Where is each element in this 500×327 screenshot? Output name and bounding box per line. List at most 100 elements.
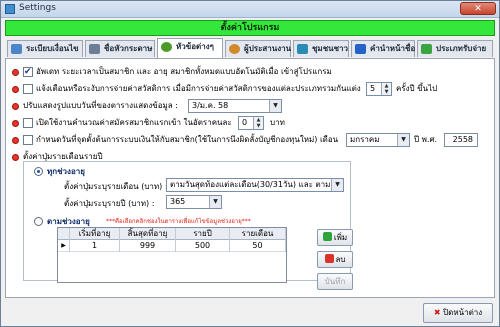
required-dot-icon	[12, 137, 19, 144]
age-range-radio[interactable]	[34, 217, 43, 226]
option-row-start-date: กำหนดวันที่จุดตั้งต้นการระบบเงินให้กับสม…	[12, 133, 490, 147]
save-label: บันทึก	[324, 277, 346, 286]
delete-label: ลบ	[335, 255, 346, 264]
table-header: เริ่มที่อายุ สิ้นสุดที่อายุ รายปี รายเดื…	[58, 228, 286, 240]
money-icon	[421, 44, 432, 54]
option-row-warn-limit: แจ้งเตือนหรือระงับการจ่ายค่าสวัสดิการ เม…	[12, 82, 482, 96]
auto-update-label: อัพเดท ระยะเวลาเป็นสมาชิก และ อายุ สมาชิ…	[36, 67, 332, 76]
add-label: เพิ่ม	[333, 233, 348, 242]
add-row-button[interactable]: เพิ่ม	[317, 229, 353, 246]
column-header: รายปี	[176, 228, 230, 240]
option-row-auto-update: อัพเดท ระยะเวลาเป็นสมาชิก และ อายุ สมาชิ…	[12, 65, 482, 79]
chevron-down-icon[interactable]: ▼	[397, 134, 409, 146]
tab-label: ระเบียบเงื่อนไข	[26, 44, 79, 53]
tab-community[interactable]: ชุมชนชาว	[293, 40, 349, 57]
document-icon	[11, 44, 22, 54]
tab-rules[interactable]: ระเบียบเงื่อนไข	[7, 40, 83, 57]
option-row-date-format: ปรับแสดงรูปแบบวันที่ของตารางแสดงข้อมูล :…	[12, 99, 482, 113]
tab-label: ชื่อหัวกระดาษ	[104, 44, 153, 53]
stepper-arrows-icon[interactable]: ▲ ▼	[253, 117, 263, 129]
tab-label: คำนำหน้าชื่อ	[370, 44, 416, 53]
warn-limit-suffix: ครั้งปี ขึ้นไป	[396, 84, 438, 93]
table-cell[interactable]: 1	[70, 240, 120, 252]
auto-update-checkbox[interactable]	[23, 65, 33, 79]
tab-header-names[interactable]: ชื่อหัวกระดาษ	[85, 40, 155, 57]
select-value: ตามวันสุดท้องแต่ละเดือน(30/31วัน) และ ตา…	[170, 180, 330, 189]
page-title: ตั้งค่าโปรแกรม	[5, 20, 495, 36]
required-dot-icon	[12, 154, 19, 161]
plus-icon	[322, 232, 332, 241]
select-value: มกราคม	[350, 135, 380, 144]
title-bar: Settings ✕	[1, 1, 499, 18]
tab-bar: ระเบียบเงื่อนไข ชื่อหัวกระดาษ หัวข้อต่าง…	[5, 38, 495, 58]
group-icon	[297, 44, 308, 54]
monthly-mode-select[interactable]: ตามวันสุดท้องแต่ละเดือน(30/31วัน) และ ตา…	[166, 178, 344, 192]
entry-fee-label: เปิดใช้งานคำนวณค่าสมัครสมาชิกแรกเข้า ในอ…	[36, 118, 232, 127]
input-value: 2558	[452, 135, 473, 144]
select-value: 365	[170, 197, 186, 206]
table-cell[interactable]: 999	[120, 240, 176, 252]
entry-fee-stepper[interactable]: 0 ▲ ▼	[238, 116, 264, 130]
select-value: 3/ม.ค. 58	[192, 101, 229, 110]
required-dot-icon	[12, 69, 19, 76]
row-selector-header	[58, 228, 70, 240]
warn-limit-checkbox[interactable]	[23, 84, 33, 94]
date-format-label: ปรับแสดงรูปแบบวันที่ของตารางแสดงข้อมูล :	[23, 101, 178, 110]
close-window-button[interactable]: ✖ ปิดหน้าต่าง	[423, 303, 493, 323]
range-note: ***คือเลือกคลิกช่องในตารางเพื่อแก้ไขข้อม…	[106, 218, 251, 225]
year-label: ปี พ.ศ.	[414, 135, 438, 144]
minus-icon	[324, 254, 334, 263]
tab-label: ชุมชนชาว	[312, 44, 349, 53]
yearly-label: ตั้งค่าปุ่มระบุรายปี (บาท) :	[64, 199, 155, 208]
date-format-select[interactable]: 3/ม.ค. 58 ▼	[188, 99, 282, 113]
chevron-down-icon[interactable]: ▼	[209, 196, 221, 208]
stepper-arrows-icon[interactable]: ▲ ▼	[381, 83, 391, 95]
tab-label: ประเภทรับจ่าย	[436, 44, 487, 53]
entry-fee-suffix: บาท	[270, 118, 285, 127]
people-icon	[229, 44, 240, 54]
stepper-value: 5	[370, 84, 376, 93]
table-row[interactable]: ▶ 1 999 500 50	[58, 240, 286, 252]
table-cell[interactable]: 500	[176, 240, 230, 252]
tab-name-prefix[interactable]: คำนำหน้าชื่อ	[351, 40, 415, 57]
all-ages-label: ทุกช่วงอายุ	[47, 167, 85, 176]
arrow-icon	[355, 44, 366, 54]
chevron-down-icon[interactable]: ▼	[331, 179, 343, 191]
warn-limit-label: แจ้งเตือนหรือระงับการจ่ายค่าสวัสดิการ เม…	[36, 84, 361, 93]
close-label: ปิดหน้าต่าง	[443, 308, 483, 317]
option-row-entry-fee: เปิดใช้งานคำนวณค่าสมัครสมาชิกแรกเข้า ในอ…	[12, 116, 482, 130]
start-date-label: กำหนดวันที่จุดตั้งต้นการระบบเงินให้กับสม…	[36, 135, 339, 144]
required-dot-icon	[12, 120, 19, 127]
settings-window: Settings ✕ ตั้งค่าโปรแกรม ระเบียบเงื่อนไ…	[0, 0, 500, 327]
yearly-days-select[interactable]: 365 ▼	[166, 195, 222, 209]
start-month-select[interactable]: มกราคม ▼	[346, 133, 410, 147]
start-date-checkbox[interactable]	[23, 135, 33, 145]
stepper-value: 0	[242, 118, 248, 127]
tab-topics[interactable]: หัวข้อต่างๆ	[157, 38, 223, 58]
monthly-label: ตั้งค่าปุ่มระบุรายเดือน (บาท) :	[64, 182, 168, 191]
gear-icon	[161, 42, 172, 52]
start-year-input[interactable]: 2558	[444, 133, 478, 147]
required-dot-icon	[12, 103, 19, 110]
tab-label: หัวข้อต่างๆ	[176, 42, 214, 51]
app-icon	[5, 4, 15, 14]
entry-fee-checkbox[interactable]	[23, 118, 33, 128]
tab-label: ผู้ประสานงาน	[244, 44, 292, 53]
window-close-button[interactable]: ✕	[460, 2, 496, 15]
all-ages-radio[interactable]	[34, 167, 43, 176]
column-header: รายเดือน	[230, 228, 286, 240]
column-header: สิ้นสุดที่อายุ	[120, 228, 176, 240]
warn-limit-stepper[interactable]: 5 ▲ ▼	[366, 82, 392, 96]
page-icon	[89, 44, 100, 54]
tab-income-types[interactable]: ประเภทรับจ่าย	[417, 40, 493, 57]
column-header: เริ่มที่อายุ	[70, 228, 120, 240]
save-button[interactable]: บันทึก	[317, 273, 353, 290]
tab-coordinators[interactable]: ผู้ประสานงาน	[225, 40, 291, 57]
window-title: Settings	[19, 3, 56, 13]
close-icon: ✖	[433, 308, 441, 317]
age-range-table: เริ่มที่อายุ สิ้นสุดที่อายุ รายปี รายเดื…	[57, 227, 287, 283]
table-cell[interactable]: 50	[230, 240, 286, 252]
delete-row-button[interactable]: ลบ	[317, 251, 353, 268]
required-dot-icon	[12, 86, 19, 93]
chevron-down-icon[interactable]: ▼	[269, 100, 281, 112]
